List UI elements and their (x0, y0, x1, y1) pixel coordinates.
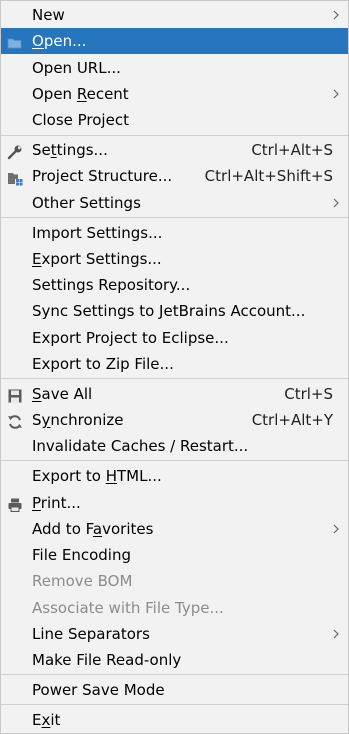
menu-item-label: Export to HTML... (32, 467, 162, 485)
menu-item-export-settings[interactable]: Export Settings... (1, 246, 348, 272)
submenu-arrow-icon (333, 2, 343, 28)
menu-item-close-project[interactable]: Close Project (1, 107, 348, 133)
menu-item-label: Other Settings (32, 194, 141, 212)
menu-item-remove-bom: Remove BOM (1, 568, 348, 594)
wrench-icon (7, 142, 23, 160)
menu-item-label: File Encoding (32, 546, 131, 564)
folder-icon (7, 33, 23, 49)
menu-item-new[interactable]: New (1, 2, 348, 28)
save-icon (7, 386, 23, 403)
menu-item-power-save-mode[interactable]: Power Save Mode (1, 677, 348, 703)
menu-item-export-eclipse[interactable]: Export Project to Eclipse... (1, 325, 348, 351)
menu-item-import-settings[interactable]: Import Settings... (1, 220, 348, 246)
menu-item-associate-file-type: Associate with File Type... (1, 595, 348, 621)
menu-separator (1, 217, 348, 218)
menu-item-open-url[interactable]: Open URL... (1, 55, 348, 81)
menu-item-label: Synchronize (32, 411, 124, 429)
menu-item-label: Remove BOM (32, 572, 133, 590)
menu-item-label: Exit (32, 711, 61, 729)
shortcut-label: Ctrl+Alt+Shift+S (204, 167, 333, 185)
menu-item-label: Export Project to Eclipse... (32, 329, 229, 347)
project-structure-icon (7, 168, 23, 186)
shortcut-label: Ctrl+Alt+S (251, 141, 333, 159)
menu-item-label: Close Project (32, 111, 129, 129)
submenu-arrow-icon (333, 81, 343, 107)
menu-item-label: Open URL... (32, 59, 121, 77)
submenu-arrow-icon (333, 621, 343, 647)
menu-item-label: Settings Repository... (32, 276, 191, 294)
shortcut-label: Ctrl+Alt+Y (251, 411, 333, 429)
printer-icon (7, 495, 23, 512)
menu-item-label: New (32, 6, 65, 24)
menu-item-add-to-favorites[interactable]: Add to Favorites (1, 516, 348, 542)
menu-item-save-all[interactable]: Save All Ctrl+S (1, 381, 348, 407)
menu-item-label: Open Recent (32, 85, 129, 103)
file-menu: New Open... Open URL... Open Recent Clos… (0, 0, 349, 734)
menu-item-label: Export to Zip File... (32, 355, 174, 373)
menu-item-label: Settings... (32, 141, 108, 159)
menu-item-open-recent[interactable]: Open Recent (1, 81, 348, 107)
menu-separator (1, 135, 348, 136)
menu-item-label: Associate with File Type... (32, 599, 224, 617)
menu-item-synchronize[interactable]: Synchronize Ctrl+Alt+Y (1, 407, 348, 433)
menu-separator (1, 460, 348, 461)
menu-item-project-structure[interactable]: Project Structure... Ctrl+Alt+Shift+S (1, 163, 348, 189)
menu-item-exit[interactable]: Exit (1, 707, 348, 733)
submenu-arrow-icon (333, 516, 343, 542)
menu-item-label: Add to Favorites (32, 520, 154, 538)
shortcut-label: Ctrl+S (284, 385, 333, 403)
menu-item-print[interactable]: Print... (1, 490, 348, 516)
menu-item-settings[interactable]: Settings... Ctrl+Alt+S (1, 137, 348, 163)
menu-item-export-html[interactable]: Export to HTML... (1, 463, 348, 489)
menu-item-other-settings[interactable]: Other Settings (1, 190, 348, 216)
menu-item-open[interactable]: Open... (1, 28, 348, 54)
menu-item-label: Make File Read-only (32, 651, 182, 669)
menu-item-file-encoding[interactable]: File Encoding (1, 542, 348, 568)
menu-separator (1, 704, 348, 705)
menu-item-make-readonly[interactable]: Make File Read-only (1, 647, 348, 673)
menu-item-label: Save All (32, 385, 93, 403)
menu-item-sync-settings[interactable]: Sync Settings to JetBrains Account... (1, 298, 348, 324)
menu-item-label: Line Separators (32, 625, 150, 643)
menu-item-label: Import Settings... (32, 224, 163, 242)
menu-item-invalidate-caches[interactable]: Invalidate Caches / Restart... (1, 433, 348, 459)
menu-item-label: Open... (32, 32, 87, 50)
menu-item-label: Project Structure... (32, 167, 173, 185)
menu-separator (1, 378, 348, 379)
menu-item-label: Power Save Mode (32, 681, 165, 699)
menu-item-label: Print... (32, 494, 81, 512)
refresh-icon (7, 412, 23, 429)
menu-item-label: Export Settings... (32, 250, 162, 268)
menu-item-export-zip[interactable]: Export to Zip File... (1, 351, 348, 377)
menu-item-label: Invalidate Caches / Restart... (32, 437, 249, 455)
menu-item-line-separators[interactable]: Line Separators (1, 621, 348, 647)
menu-separator (1, 674, 348, 675)
submenu-arrow-icon (333, 190, 343, 216)
menu-item-settings-repository[interactable]: Settings Repository... (1, 272, 348, 298)
menu-item-label: Sync Settings to JetBrains Account... (32, 302, 306, 320)
